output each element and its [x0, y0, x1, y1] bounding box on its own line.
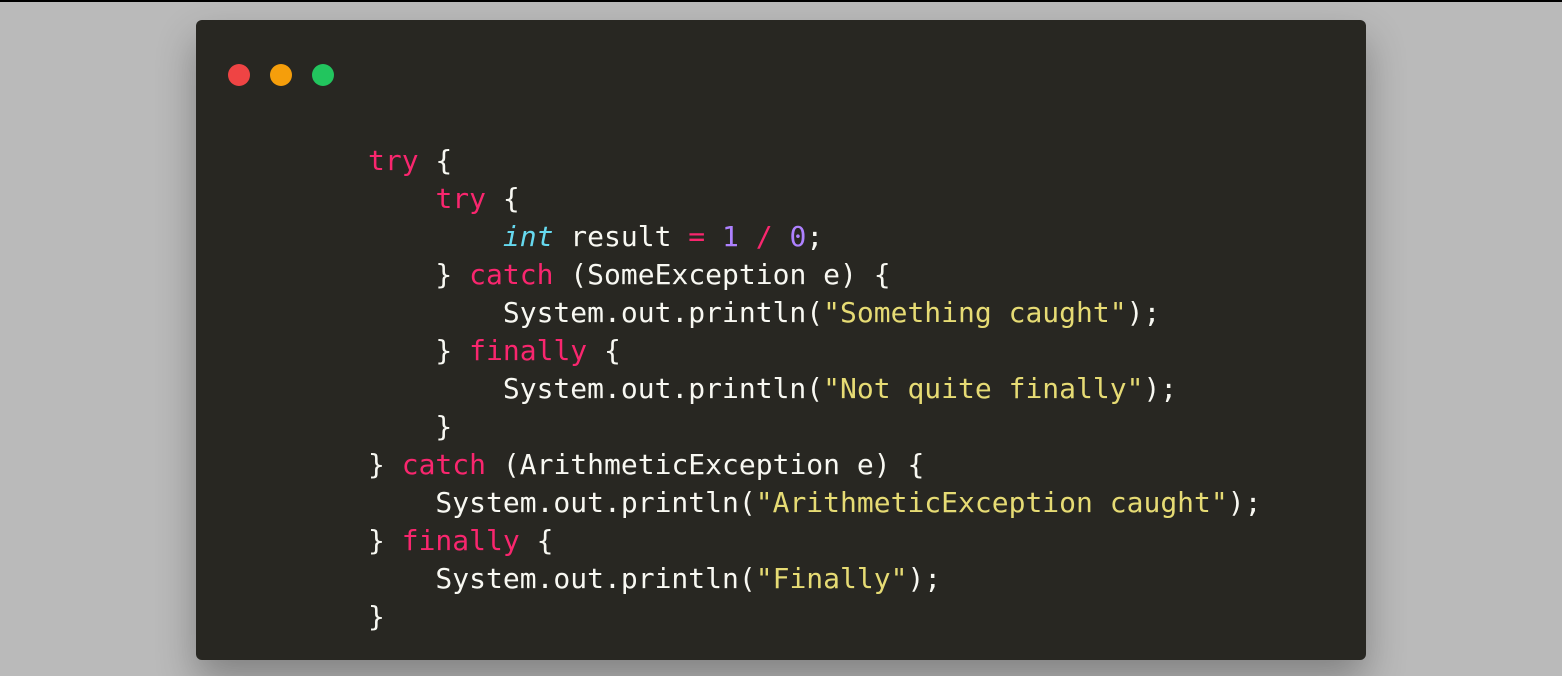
code-line: } finally { — [368, 522, 1366, 560]
maximize-icon[interactable] — [312, 64, 334, 86]
code-token-default: ); — [1127, 296, 1161, 329]
code-token-default: } — [368, 600, 385, 633]
code-token-keyword: = — [688, 220, 705, 253]
code-token-default: } — [368, 334, 469, 367]
code-token-string: "Something caught" — [823, 296, 1126, 329]
code-line: int result = 1 / 0; — [368, 218, 1366, 256]
code-line: } — [368, 408, 1366, 446]
code-token-default: result — [553, 220, 688, 253]
code-token-number: 0 — [789, 220, 806, 253]
close-icon[interactable] — [228, 64, 250, 86]
code-token-number: 1 — [722, 220, 739, 253]
code-token-default — [368, 182, 435, 215]
code-token-default — [773, 220, 790, 253]
code-token-keyword: catch — [469, 258, 553, 291]
code-line: } finally { — [368, 332, 1366, 370]
code-token-default: { — [520, 524, 554, 557]
code-token-default: { — [419, 144, 453, 177]
code-token-default — [705, 220, 722, 253]
code-token-default: (ArithmeticException e) { — [486, 448, 924, 481]
code-token-keyword: try — [368, 144, 419, 177]
code-token-default: (SomeException e) { — [553, 258, 890, 291]
code-token-default: ; — [806, 220, 823, 253]
code-token-default: { — [486, 182, 520, 215]
code-token-keyword: finally — [469, 334, 587, 367]
code-token-default: } — [368, 524, 402, 557]
code-token-string: "Finally" — [756, 562, 908, 595]
code-line: System.out.println("ArithmeticException … — [368, 484, 1366, 522]
code-line: try { — [368, 180, 1366, 218]
code-token-default: } — [368, 448, 402, 481]
code-line: } catch (SomeException e) { — [368, 256, 1366, 294]
code-token-default: System.out.println( — [368, 372, 823, 405]
code-token-default: } — [368, 258, 469, 291]
code-line: System.out.println("Not quite finally"); — [368, 370, 1366, 408]
code-token-string: "Not quite finally" — [823, 372, 1143, 405]
code-token-default: ); — [907, 562, 941, 595]
code-token-default: { — [587, 334, 621, 367]
code-token-default: ); — [1143, 372, 1177, 405]
code-token-default — [368, 220, 503, 253]
code-token-keyword: finally — [402, 524, 520, 557]
code-line: try { — [368, 142, 1366, 180]
code-window: try { try { int result = 1 / 0; } catch … — [196, 20, 1366, 660]
code-token-default: } — [368, 410, 452, 443]
code-line: System.out.println("Something caught"); — [368, 294, 1366, 332]
code-token-default: ); — [1228, 486, 1262, 519]
code-token-keyword: catch — [402, 448, 486, 481]
code-line: System.out.println("Finally"); — [368, 560, 1366, 598]
window-controls — [228, 64, 1366, 86]
code-token-keyword: try — [435, 182, 486, 215]
code-token-default: System.out.println( — [368, 486, 756, 519]
code-token-type: int — [503, 220, 554, 253]
code-content: try { try { int result = 1 / 0; } catch … — [228, 142, 1366, 636]
code-token-default — [739, 220, 756, 253]
code-token-default: System.out.println( — [368, 296, 823, 329]
code-token-default: System.out.println( — [368, 562, 756, 595]
code-line: } — [368, 598, 1366, 636]
code-token-string: "ArithmeticException caught" — [756, 486, 1228, 519]
minimize-icon[interactable] — [270, 64, 292, 86]
code-token-keyword: / — [756, 220, 773, 253]
code-line: } catch (ArithmeticException e) { — [368, 446, 1366, 484]
